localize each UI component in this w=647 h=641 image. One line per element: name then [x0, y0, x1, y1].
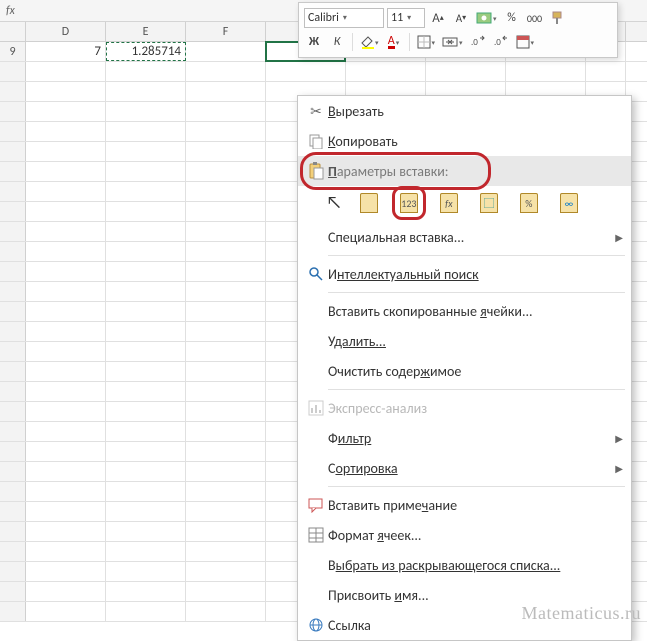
merge-center-button[interactable]: ▾: [440, 32, 465, 52]
format-painter-button[interactable]: [548, 8, 568, 28]
scissors-icon: ✂: [304, 103, 328, 120]
paste-link-button[interactable]: ∞: [556, 190, 582, 216]
font-size-combo[interactable]: 11 ▾: [387, 8, 425, 28]
clipboard-percent-icon: %: [520, 193, 538, 213]
chevron-down-icon: ▾: [407, 13, 411, 23]
borders-icon: [417, 35, 431, 49]
conditional-format-button[interactable]: ▾: [514, 32, 537, 52]
borders-button[interactable]: ▾: [415, 32, 438, 52]
col-header-D[interactable]: D: [26, 22, 106, 41]
accounting-format-button[interactable]: ▾: [474, 8, 499, 28]
menu-sort[interactable]: Сортировка ▶: [298, 453, 631, 483]
menu-cut[interactable]: ✂ Вырезать: [298, 96, 631, 126]
paste-formulas-button[interactable]: fx: [436, 190, 462, 216]
quick-analysis-icon: [304, 400, 328, 416]
cell-E9[interactable]: 1.285714: [106, 42, 186, 61]
clipboard-formulas-icon: fx: [440, 193, 458, 213]
format-cells-icon: [304, 527, 328, 543]
font-color-button[interactable]: A▾: [384, 32, 404, 52]
svg-text:.0: .0: [471, 37, 478, 48]
menu-smart-lookup[interactable]: Интеллектуальный поиск: [298, 259, 631, 289]
paste-formatting-button[interactable]: [476, 190, 502, 216]
format-painter-icon: [551, 11, 565, 25]
menu-pick-from-list[interactable]: Выбрать из раскрывающегося списка...: [298, 550, 631, 580]
menu-copy[interactable]: Копировать: [298, 126, 631, 156]
cell-styles-icon: [516, 35, 530, 49]
clipboard-icon: [360, 193, 378, 213]
money-icon: [476, 11, 492, 25]
comma-style-button[interactable]: 000: [525, 8, 545, 28]
watermark: Matematicus.ru: [522, 603, 641, 624]
decrease-decimal-icon: .0: [494, 35, 508, 49]
menu-paste-special[interactable]: Специальная вставка... ▶: [298, 222, 631, 252]
bold-button[interactable]: Ж: [304, 32, 324, 52]
comment-icon: [304, 497, 328, 513]
percent-button[interactable]: %: [502, 8, 522, 28]
context-menu: ✂ Вырезать Копировать Параметры вставки:…: [297, 95, 632, 641]
fx-label: fx: [0, 4, 21, 18]
menu-format-cells[interactable]: Формат ячеек...: [298, 520, 631, 550]
mini-toolbar: Calibri ▾ 11 ▾ A▴ A▾ ▾ % 000 Ж К ▾ A▾ ▾ ▾: [298, 2, 618, 58]
paste-values-button[interactable]: 123: [396, 190, 422, 216]
menu-paste-options-header: Параметры вставки:: [298, 156, 631, 186]
svg-text:.0: .0: [494, 37, 501, 48]
increase-font-button[interactable]: A▴: [428, 8, 448, 28]
cell-D9[interactable]: 7: [26, 42, 106, 61]
chevron-down-icon: ▾: [343, 13, 347, 23]
merge-icon: [442, 35, 458, 49]
decrease-decimal-button[interactable]: .0: [491, 32, 511, 52]
menu-insert-copied-cells[interactable]: Вставить скопированные ячейки...: [298, 296, 631, 326]
clipboard-values-icon: 123: [400, 193, 418, 213]
chevron-right-icon: ▶: [615, 231, 623, 244]
chevron-right-icon: ▶: [615, 432, 623, 445]
link-icon: [304, 617, 328, 633]
font-size-value: 11: [391, 11, 403, 25]
paste-all-button[interactable]: [356, 190, 382, 216]
increase-decimal-button[interactable]: .0: [468, 32, 488, 52]
row-header[interactable]: 9: [0, 42, 26, 61]
clipboard-formatting-icon: [480, 193, 498, 213]
cell-F9[interactable]: [186, 42, 266, 61]
menu-insert-comment[interactable]: Вставить примечание: [298, 490, 631, 520]
paste-percent-button[interactable]: %: [516, 190, 542, 216]
font-name-value: Calibri: [308, 11, 339, 25]
col-header-E[interactable]: E: [106, 22, 186, 41]
menu-quick-analysis: Экспресс-анализ: [298, 393, 631, 423]
font-name-combo[interactable]: Calibri ▾: [304, 8, 384, 28]
clipboard-link-icon: ∞: [560, 193, 578, 213]
chevron-right-icon: ▶: [615, 462, 623, 475]
col-header-F[interactable]: F: [186, 22, 266, 41]
search-icon: [304, 266, 328, 282]
menu-filter[interactable]: Фильтр ▶: [298, 423, 631, 453]
menu-clear-contents[interactable]: Очистить содержимое: [298, 356, 631, 386]
menu-delete[interactable]: Удалить...: [298, 326, 631, 356]
paste-options-row: ↖ 123 fx % ∞: [298, 186, 631, 222]
copy-icon: [304, 133, 328, 149]
fill-color-button[interactable]: ▾: [358, 32, 381, 52]
clipboard-icon: [304, 162, 328, 180]
paint-bucket-icon: [360, 35, 374, 49]
increase-decimal-icon: .0: [471, 35, 485, 49]
table-row: [0, 62, 647, 82]
select-all-corner[interactable]: [0, 22, 26, 41]
italic-button[interactable]: К: [327, 32, 347, 52]
decrease-font-button[interactable]: A▾: [451, 8, 471, 28]
cursor-icon: ↖: [326, 191, 342, 213]
